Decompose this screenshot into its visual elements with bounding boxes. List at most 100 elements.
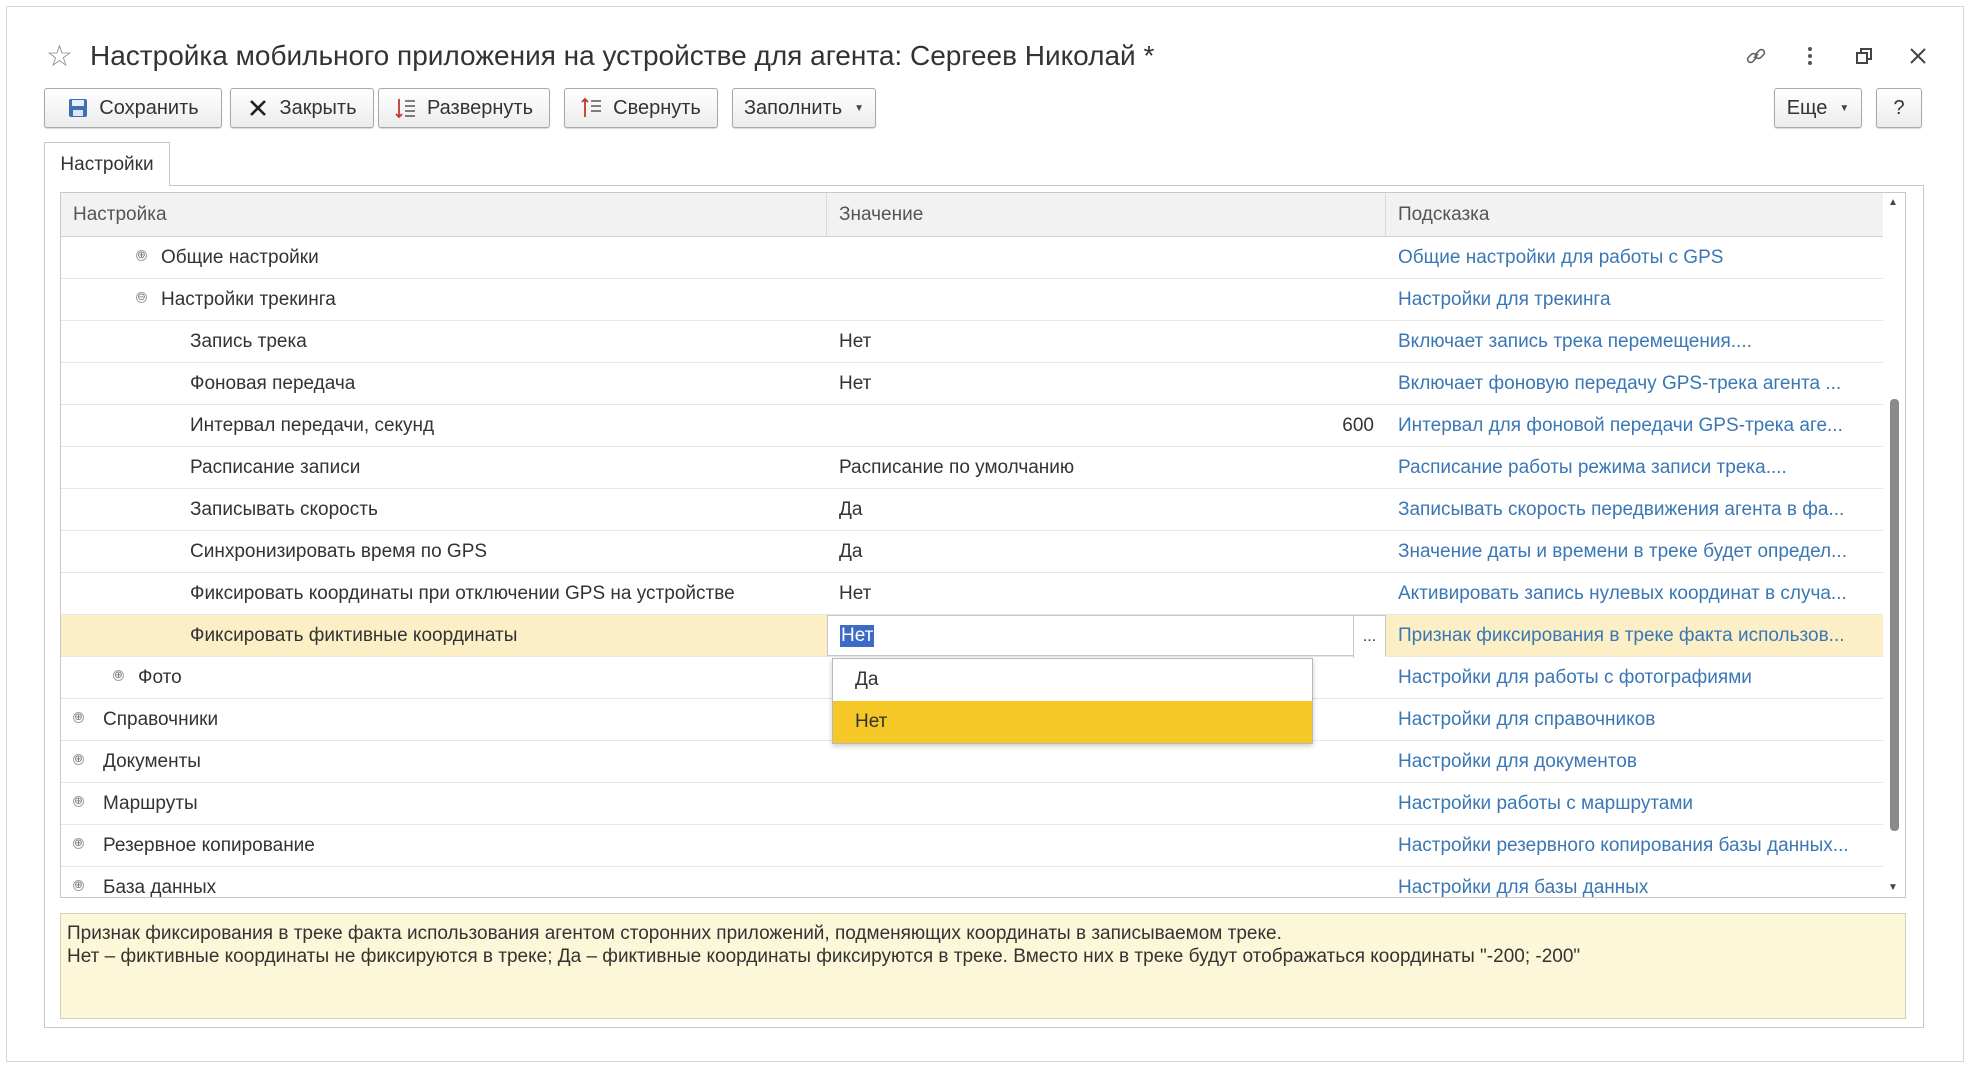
link-icon[interactable] xyxy=(1742,42,1770,70)
close-x-icon xyxy=(247,97,269,119)
setting-value[interactable]: 600 xyxy=(827,405,1386,446)
restore-window-icon[interactable] xyxy=(1850,42,1878,70)
table-row[interactable]: Фиксировать координаты при отключении GP… xyxy=(61,573,1885,615)
value-edit-field[interactable]: Нет ... xyxy=(827,615,1386,658)
dropdown-option-yes[interactable]: Да xyxy=(833,659,1312,701)
setting-name: Расписание записи xyxy=(190,456,361,478)
collapse-button[interactable]: Свернуть xyxy=(564,88,718,128)
setting-hint-link[interactable]: Настройки резервного копирования базы да… xyxy=(1386,825,1885,866)
table-row[interactable]: Запись трека Нет Включает запись трека п… xyxy=(61,321,1885,363)
expand-icon[interactable]: ⊕ xyxy=(73,838,84,849)
table-row[interactable]: ⊕ Резервное копирование Настройки резервн… xyxy=(61,825,1885,867)
setting-hint-link[interactable]: Общие настройки для работы с GPS xyxy=(1386,237,1885,278)
close-icon[interactable] xyxy=(1904,42,1932,70)
chevron-down-icon: ▼ xyxy=(1839,102,1850,114)
table-row[interactable]: Расписание записи Расписание по умолчани… xyxy=(61,447,1885,489)
setting-name: Записывать скорость xyxy=(190,498,378,520)
save-label: Сохранить xyxy=(99,96,199,119)
select-ellipsis-button[interactable]: ... xyxy=(1353,616,1385,658)
fill-label: Заполнить xyxy=(743,96,843,119)
table-row[interactable]: ⊕ Маршруты Настройки работы с маршрутами xyxy=(61,783,1885,825)
settings-grid: Настройка Значение Подсказка ⊕ Общие наст… xyxy=(60,192,1906,898)
setting-name: Интервал передачи, секунд xyxy=(190,414,435,436)
vertical-scrollbar[interactable]: ▲ ▼ xyxy=(1883,193,1905,897)
expand-icon[interactable]: ⊕ xyxy=(73,712,84,723)
table-row[interactable]: Интервал передачи, секунд 600 Интервал д… xyxy=(61,405,1885,447)
setting-hint-link[interactable]: Интервал для фоновой передачи GPS-трека … xyxy=(1386,405,1885,446)
scroll-up-icon[interactable]: ▲ xyxy=(1888,197,1898,208)
expand-icon[interactable]: ⊕ xyxy=(73,880,84,891)
setting-value[interactable] xyxy=(827,741,1386,782)
setting-value[interactable]: Нет xyxy=(827,321,1386,362)
setting-value[interactable] xyxy=(827,867,1386,897)
expand-button[interactable]: Развернуть xyxy=(378,88,550,128)
setting-hint-link[interactable]: Настройки для базы данных xyxy=(1386,867,1885,898)
collapse-tree-icon xyxy=(581,97,603,119)
table-row[interactable]: Записывать скорость Да Записывать скорос… xyxy=(61,489,1885,531)
setting-hint-link[interactable]: Настройки работы с маршрутами xyxy=(1386,783,1885,824)
setting-value[interactable] xyxy=(827,825,1386,866)
grid-header: Настройка Значение Подсказка xyxy=(61,193,1885,237)
collapse-icon[interactable]: ⊖ xyxy=(136,292,147,303)
table-row[interactable]: ⊕ База данных Настройки для базы данных xyxy=(61,867,1885,898)
scrollbar-thumb[interactable] xyxy=(1890,399,1899,831)
setting-name: Документы xyxy=(103,750,201,772)
toolbar: Сохранить Закрыть Развернуть Свернуть За… xyxy=(44,88,1924,128)
save-icon xyxy=(67,97,89,119)
setting-hint-link[interactable]: Включает запись трека перемещения.... xyxy=(1386,321,1885,362)
more-actions-button[interactable]: Еще ▼ xyxy=(1774,88,1862,128)
dropdown-option-no[interactable]: Нет xyxy=(833,701,1312,743)
tab-settings[interactable]: Настройки xyxy=(44,142,170,186)
expand-icon[interactable]: ⊕ xyxy=(136,250,147,261)
fill-dropdown-button[interactable]: Заполнить ▼ xyxy=(732,88,876,128)
setting-value[interactable] xyxy=(827,237,1386,278)
setting-name: Справочники xyxy=(103,708,219,730)
grid-rows: ⊕ Общие настройки Общие настройки для раб… xyxy=(61,237,1885,898)
save-button[interactable]: Сохранить xyxy=(44,88,222,128)
setting-value[interactable]: Да xyxy=(827,489,1386,530)
table-row[interactable]: ⊖ Настройки трекинга Настройки для трекин… xyxy=(61,279,1885,321)
column-header-value[interactable]: Значение xyxy=(827,193,1386,237)
setting-hint-link[interactable]: Включает фоновую передачу GPS-трека аген… xyxy=(1386,363,1885,404)
selected-value-text: Нет xyxy=(840,624,875,647)
hint-line-1: Признак фиксирования в треке факта испол… xyxy=(67,923,1282,944)
setting-hint-link[interactable]: Расписание работы режима записи трека...… xyxy=(1386,447,1885,488)
setting-value[interactable]: Нет xyxy=(827,573,1386,614)
setting-name: Фото xyxy=(138,666,182,688)
help-button[interactable]: ? xyxy=(1876,88,1922,128)
scroll-down-icon[interactable]: ▼ xyxy=(1888,882,1898,893)
expand-icon[interactable]: ⊕ xyxy=(113,670,124,681)
close-label: Закрыть xyxy=(279,96,357,119)
setting-hint-link[interactable]: Настройки для трекинга xyxy=(1386,279,1885,320)
table-row[interactable]: ⊕ Общие настройки Общие настройки для раб… xyxy=(61,237,1885,279)
hint-line-2: Нет – фиктивные координаты не фиксируютс… xyxy=(67,946,1581,967)
column-header-hint[interactable]: Подсказка xyxy=(1386,193,1885,237)
expand-icon[interactable]: ⊕ xyxy=(73,754,84,765)
more-vertical-icon[interactable] xyxy=(1796,42,1824,70)
setting-value[interactable] xyxy=(827,783,1386,824)
setting-hint-link[interactable]: Настройки для справочников xyxy=(1386,699,1885,740)
setting-hint-link[interactable]: Настройки для работы с фотографиями xyxy=(1386,657,1885,698)
setting-value[interactable]: Расписание по умолчанию xyxy=(827,447,1386,488)
table-row-selected[interactable]: Фиксировать фиктивные координаты Нет ...… xyxy=(61,615,1885,658)
setting-value[interactable] xyxy=(827,279,1386,320)
table-row[interactable]: ⊕ Документы Настройки для документов xyxy=(61,741,1885,783)
setting-name: Фиксировать фиктивные координаты xyxy=(190,624,518,646)
setting-hint-link[interactable]: Значение даты и времени в треке будет оп… xyxy=(1386,531,1885,572)
table-row[interactable]: Синхронизировать время по GPS Да Значени… xyxy=(61,531,1885,573)
setting-value[interactable]: Да xyxy=(827,531,1386,572)
column-header-setting[interactable]: Настройка xyxy=(61,193,827,237)
tab-settings-label: Настройки xyxy=(60,153,154,175)
setting-hint-link[interactable]: Настройки для документов xyxy=(1386,741,1885,782)
table-row[interactable]: Фоновая передача Нет Включает фоновую пе… xyxy=(61,363,1885,405)
expand-icon[interactable]: ⊕ xyxy=(73,796,84,807)
setting-hint-link[interactable]: Активировать запись нулевых координат в … xyxy=(1386,573,1885,614)
collapse-label: Свернуть xyxy=(613,96,701,119)
close-button[interactable]: Закрыть xyxy=(230,88,374,128)
favorite-star-icon[interactable]: ☆ xyxy=(46,40,73,74)
setting-value[interactable]: Нет xyxy=(827,363,1386,404)
setting-hint-link[interactable]: Записывать скорость передвижения агента … xyxy=(1386,489,1885,530)
expand-tree-icon xyxy=(395,97,417,119)
setting-hint-link[interactable]: Признак фиксирования в треке факта испол… xyxy=(1386,615,1885,656)
window-controls xyxy=(1742,42,1932,70)
